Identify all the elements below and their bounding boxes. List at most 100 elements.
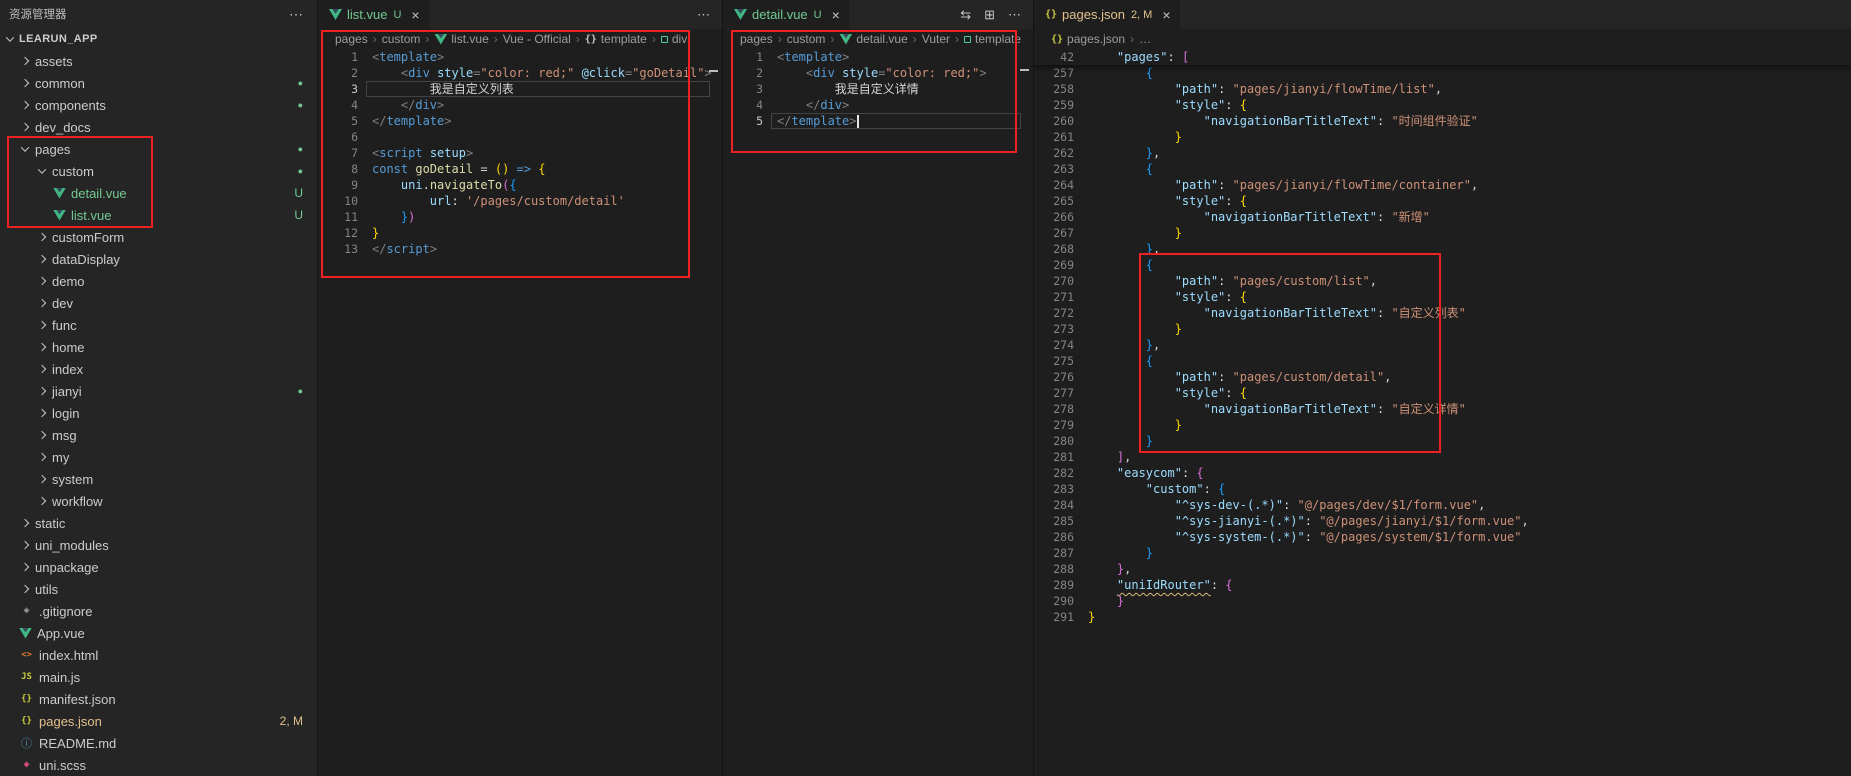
tree-item-utils[interactable]: utils	[0, 578, 317, 600]
tree-item-dev-docs[interactable]: dev_docs	[0, 116, 317, 138]
code-line-269[interactable]: 269 {	[1034, 257, 1851, 273]
code-line-279[interactable]: 279 }	[1034, 417, 1851, 433]
code-line-284[interactable]: 284 "^sys-dev-(.*)": "@/pages/dev/$1/for…	[1034, 497, 1851, 513]
code-line-258[interactable]: 258 "path": "pages/jianyi/flowTime/list"…	[1034, 81, 1851, 97]
code-line-273[interactable]: 273 }	[1034, 321, 1851, 337]
tree-item-assets[interactable]: assets	[0, 50, 317, 72]
breadcrumb-item[interactable]: {}template	[585, 32, 647, 46]
tree-item-uni-scss[interactable]: ◈uni.scss	[0, 754, 317, 776]
breadcrumb-item[interactable]: Vuter	[922, 32, 950, 46]
tree-item-demo[interactable]: demo	[0, 270, 317, 292]
code-line-270[interactable]: 270 "path": "pages/custom/list",	[1034, 273, 1851, 289]
code-line-291[interactable]: 291}	[1034, 609, 1851, 625]
code-line-6[interactable]: 6	[318, 129, 722, 145]
code-line-1[interactable]: 1<template>	[723, 49, 1033, 65]
tree-item-login[interactable]: login	[0, 402, 317, 424]
code-line-8[interactable]: 8const goDetail = () => {	[318, 161, 722, 177]
code-editor-pages-json[interactable]: 42 "pages": [ 257 {258 "path": "pages/ji…	[1034, 49, 1851, 776]
more-actions-icon[interactable]: ⋯	[289, 6, 303, 23]
code-line-275[interactable]: 275 {	[1034, 353, 1851, 369]
code-editor-detail-vue[interactable]: 1<template>2 <div style="color: red;">3 …	[723, 49, 1033, 776]
code-line-3[interactable]: 3 我是自定义列表	[318, 81, 722, 97]
code-line-289[interactable]: 289 "uniIdRouter": {	[1034, 577, 1851, 593]
code-line-271[interactable]: 271 "style": {	[1034, 289, 1851, 305]
code-line-280[interactable]: 280 }	[1034, 433, 1851, 449]
code-line-2[interactable]: 2 <div style="color: red;">	[723, 65, 1033, 81]
more-actions-icon[interactable]: ⋯	[697, 7, 710, 23]
code-line-276[interactable]: 276 "path": "pages/custom/detail",	[1034, 369, 1851, 385]
tab-list-vue[interactable]: list.vue U ×	[318, 0, 429, 29]
tree-item-common[interactable]: common●	[0, 72, 317, 94]
code-line-2[interactable]: 2 <div style="color: red;" @click="goDet…	[318, 65, 722, 81]
tree-item-customform[interactable]: customForm	[0, 226, 317, 248]
close-icon[interactable]: ×	[832, 7, 840, 23]
tree-item-app-vue[interactable]: App.vue	[0, 622, 317, 644]
compare-changes-icon[interactable]: ⇆	[960, 7, 971, 23]
tree-item-jianyi[interactable]: jianyi●	[0, 380, 317, 402]
code-line-264[interactable]: 264 "path": "pages/jianyi/flowTime/conta…	[1034, 177, 1851, 193]
tree-item-msg[interactable]: msg	[0, 424, 317, 446]
tab-pages-json[interactable]: {} pages.json 2, M ×	[1034, 0, 1180, 29]
code-line-274[interactable]: 274 },	[1034, 337, 1851, 353]
tree-item-static[interactable]: static	[0, 512, 317, 534]
tree-item-unpackage[interactable]: unpackage	[0, 556, 317, 578]
tree-item-system[interactable]: system	[0, 468, 317, 490]
tree-item-readme-md[interactable]: ⓘREADME.md	[0, 732, 317, 754]
sticky-scroll-line[interactable]: 42 "pages": [	[1034, 49, 1851, 65]
breadcrumb-item[interactable]: pages	[335, 32, 368, 46]
code-line-4[interactable]: 4 </div>	[318, 97, 722, 113]
code-line-286[interactable]: 286 "^sys-system-(.*)": "@/pages/system/…	[1034, 529, 1851, 545]
code-line-12[interactable]: 12}	[318, 225, 722, 241]
tree-item-home[interactable]: home	[0, 336, 317, 358]
breadcrumb-item[interactable]: detail.vue	[839, 32, 907, 46]
tree-item-dev[interactable]: dev	[0, 292, 317, 314]
breadcrumb-item[interactable]: list.vue	[434, 32, 488, 46]
tree-item-datadisplay[interactable]: dataDisplay	[0, 248, 317, 270]
breadcrumb-item[interactable]: div	[661, 32, 687, 46]
tree-item-list-vue[interactable]: list.vueU	[0, 204, 317, 226]
code-line-263[interactable]: 263 {	[1034, 161, 1851, 177]
tree-item-my[interactable]: my	[0, 446, 317, 468]
tree-item-custom[interactable]: custom●	[0, 160, 317, 182]
breadcrumb-item[interactable]: pages	[740, 32, 773, 46]
code-line-257[interactable]: 257 {	[1034, 65, 1851, 81]
tree-item-manifest-json[interactable]: {}manifest.json	[0, 688, 317, 710]
breadcrumb-item[interactable]: custom	[382, 32, 421, 46]
tab-detail-vue[interactable]: detail.vue U ×	[723, 0, 849, 29]
tree-item-index[interactable]: index	[0, 358, 317, 380]
breadcrumb-item[interactable]: …	[1139, 32, 1151, 46]
code-line-3[interactable]: 3 我是自定义详情	[723, 81, 1033, 97]
code-line-290[interactable]: 290 }	[1034, 593, 1851, 609]
code-line-9[interactable]: 9 uni.navigateTo({	[318, 177, 722, 193]
breadcrumb-item[interactable]: {}pages.json	[1051, 32, 1125, 46]
tree-item-func[interactable]: func	[0, 314, 317, 336]
code-line-288[interactable]: 288 },	[1034, 561, 1851, 577]
code-line-259[interactable]: 259 "style": {	[1034, 97, 1851, 113]
code-line-266[interactable]: 266 "navigationBarTitleText": "新增"	[1034, 209, 1851, 225]
code-line-268[interactable]: 268 },	[1034, 241, 1851, 257]
tree-item--gitignore[interactable]: ◈.gitignore	[0, 600, 317, 622]
more-actions-icon[interactable]: ⋯	[1008, 7, 1021, 23]
code-line-13[interactable]: 13</script>	[318, 241, 722, 257]
split-editor-icon[interactable]: ⊞	[984, 7, 995, 23]
code-line-262[interactable]: 262 },	[1034, 145, 1851, 161]
code-editor-list-vue[interactable]: 1<template>2 <div style="color: red;" @c…	[318, 49, 722, 776]
code-line-278[interactable]: 278 "navigationBarTitleText": "自定义详情"	[1034, 401, 1851, 417]
code-line-5[interactable]: 5</template>	[318, 113, 722, 129]
code-line-260[interactable]: 260 "navigationBarTitleText": "时间组件验证"	[1034, 113, 1851, 129]
tree-item-uni-modules[interactable]: uni_modules	[0, 534, 317, 556]
code-line-287[interactable]: 287 }	[1034, 545, 1851, 561]
code-line-281[interactable]: 281 ],	[1034, 449, 1851, 465]
code-line-277[interactable]: 277 "style": {	[1034, 385, 1851, 401]
code-line-265[interactable]: 265 "style": {	[1034, 193, 1851, 209]
code-line-267[interactable]: 267 }	[1034, 225, 1851, 241]
code-line-272[interactable]: 272 "navigationBarTitleText": "自定义列表"	[1034, 305, 1851, 321]
code-line-4[interactable]: 4 </div>	[723, 97, 1033, 113]
tree-item-components[interactable]: components●	[0, 94, 317, 116]
close-icon[interactable]: ×	[1162, 7, 1170, 23]
tree-item-index-html[interactable]: <>index.html	[0, 644, 317, 666]
tree-item-workflow[interactable]: workflow	[0, 490, 317, 512]
code-line-282[interactable]: 282 "easycom": {	[1034, 465, 1851, 481]
tree-item-main-js[interactable]: JSmain.js	[0, 666, 317, 688]
close-icon[interactable]: ×	[411, 7, 419, 23]
